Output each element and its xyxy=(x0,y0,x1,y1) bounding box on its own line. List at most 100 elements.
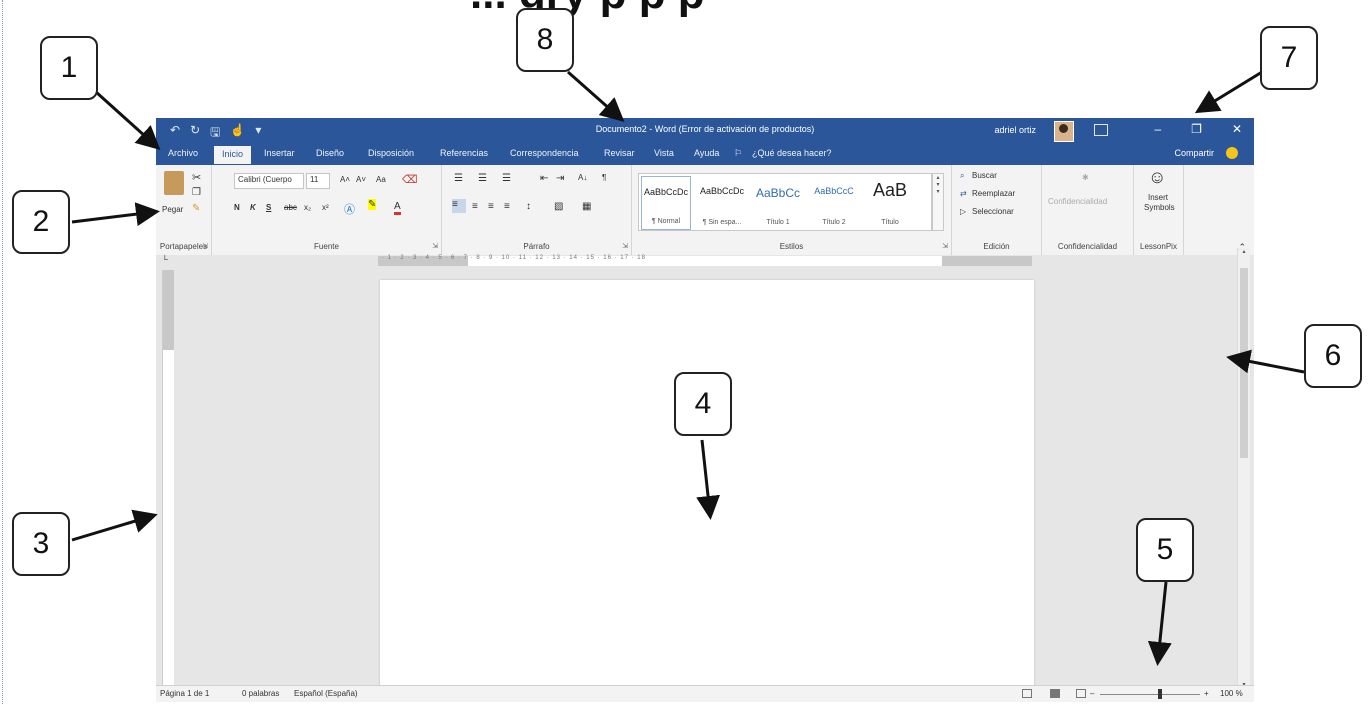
tab-ayuda[interactable]: Ayuda xyxy=(694,148,719,158)
clear-format-icon[interactable]: ⌫ xyxy=(402,173,418,186)
avatar[interactable] xyxy=(1054,121,1074,142)
ribbon: Pegar ✂ ❐ ✎ Portapapeles ⇲ Calibri (Cuer… xyxy=(156,165,1254,256)
numbering-icon[interactable]: ☰ xyxy=(478,173,487,184)
tab-referencias[interactable]: Referencias xyxy=(440,148,488,158)
insert-symbols-icon[interactable]: ☺ xyxy=(1148,167,1166,188)
scroll-up-icon[interactable]: ▴ xyxy=(1238,248,1250,255)
style-no-spacing[interactable]: AaBbCcDc ¶ Sin espa... xyxy=(697,176,747,230)
paragraph-launcher-icon[interactable]: ⇲ xyxy=(622,242,628,250)
italic-button[interactable]: K xyxy=(250,203,256,212)
zoom-level[interactable]: 100 % xyxy=(1220,689,1243,698)
user-name[interactable]: adriel ortiz xyxy=(994,125,1036,135)
tab-correspondencia[interactable]: Correspondencia xyxy=(510,148,579,158)
replace-button[interactable]: Reemplazar xyxy=(972,189,1015,198)
style-title[interactable]: AaB Título xyxy=(865,176,915,230)
align-right-icon[interactable]: ≡ xyxy=(488,201,494,212)
show-marks-button[interactable]: ¶ xyxy=(602,173,606,182)
paragraph-group-label: Párrafo xyxy=(523,242,550,251)
callout-1: 1 xyxy=(40,36,98,100)
styles-launcher-icon[interactable]: ⇲ xyxy=(942,242,948,250)
font-size-select[interactable]: 11 xyxy=(306,173,330,189)
web-layout-icon[interactable] xyxy=(1076,689,1086,698)
change-case-button[interactable]: Aa xyxy=(376,175,386,184)
vertical-scrollbar[interactable]: ▴ ▾ xyxy=(1237,248,1250,688)
read-mode-icon[interactable] xyxy=(1022,689,1032,698)
insert-symbols-line1[interactable]: Insert xyxy=(1148,193,1168,202)
print-layout-icon[interactable] xyxy=(1050,689,1060,698)
format-painter-icon[interactable]: ✎ xyxy=(192,203,200,214)
borders-icon[interactable]: ▦ xyxy=(582,201,591,212)
increase-indent-icon[interactable]: ⇥ xyxy=(556,173,564,184)
tab-inicio[interactable]: Inicio xyxy=(214,146,252,164)
styles-gallery-scroll[interactable]: ▴ ▾ ▾ xyxy=(932,173,944,231)
tab-revisar[interactable]: Revisar xyxy=(604,148,635,158)
highlight-icon[interactable]: ✎ xyxy=(368,199,377,210)
cut-icon[interactable]: ✂ xyxy=(192,171,201,184)
shrink-font-button[interactable]: A˅ xyxy=(356,175,366,184)
document-page[interactable] xyxy=(380,280,1034,692)
restore-button[interactable]: ❐ xyxy=(1191,122,1202,136)
tell-me-box[interactable]: ¿Qué desea hacer? xyxy=(752,148,832,158)
text-effects-icon[interactable]: Ⓐ xyxy=(344,201,355,217)
arrow-3 xyxy=(71,509,158,542)
zoom-out-button[interactable]: – xyxy=(1090,689,1094,698)
style-normal-name: ¶ Normal xyxy=(651,218,681,225)
paste-icon[interactable] xyxy=(164,171,184,195)
bold-button[interactable]: N xyxy=(234,203,240,212)
find-icon: ⌕ xyxy=(960,171,965,180)
share-button[interactable]: Compartir xyxy=(1174,148,1214,158)
underline-button[interactable]: S xyxy=(266,203,271,212)
align-left-icon[interactable]: ≡ xyxy=(452,199,466,213)
tab-diseno[interactable]: Diseño xyxy=(316,148,344,158)
scroll-thumb[interactable] xyxy=(1240,268,1248,458)
zoom-slider-thumb[interactable] xyxy=(1158,689,1162,699)
grow-font-button[interactable]: A˄ xyxy=(340,175,350,184)
paste-button[interactable]: Pegar xyxy=(162,205,183,214)
strikethrough-button[interactable]: abc xyxy=(284,203,297,212)
style-heading-2[interactable]: AaBbCcC Título 2 xyxy=(809,176,859,230)
decrease-indent-icon[interactable]: ⇤ xyxy=(540,173,548,184)
tab-vista[interactable]: Vista xyxy=(654,148,674,158)
font-name-select[interactable]: Calibri (Cuerpo xyxy=(234,173,304,189)
select-button[interactable]: Seleccionar xyxy=(972,207,1014,216)
line-spacing-icon[interactable]: ↕ xyxy=(526,201,531,212)
tab-selector-icon[interactable]: └ xyxy=(162,255,168,264)
zoom-in-button[interactable]: + xyxy=(1204,689,1209,698)
word-count[interactable]: 0 palabras xyxy=(242,689,279,698)
tab-insertar[interactable]: Insertar xyxy=(264,148,295,158)
top-margin-marker[interactable] xyxy=(163,270,174,350)
bullets-icon[interactable]: ☰ xyxy=(454,173,463,184)
sort-button[interactable]: A↓ xyxy=(578,173,587,182)
style-heading-1[interactable]: AaBbCc Título 1 xyxy=(753,176,803,230)
minimize-button[interactable]: – xyxy=(1154,122,1161,136)
align-center-icon[interactable]: ≡ xyxy=(472,201,478,212)
font-launcher-icon[interactable]: ⇲ xyxy=(432,242,438,250)
sensitivity-button[interactable]: Confidencialidad xyxy=(1048,197,1107,206)
tab-archivo[interactable]: Archivo xyxy=(168,148,198,158)
multilevel-list-icon[interactable]: ☰ xyxy=(502,173,511,184)
clipboard-launcher-icon[interactable]: ⇲ xyxy=(202,242,208,250)
vertical-ruler[interactable] xyxy=(162,270,174,690)
callout-8: 8 xyxy=(516,8,574,72)
copy-icon[interactable]: ❐ xyxy=(192,187,201,198)
zoom-slider-track[interactable] xyxy=(1100,694,1200,695)
insert-symbols-line2[interactable]: Symbols xyxy=(1144,203,1175,212)
editing-group-label: Edición xyxy=(983,242,1010,251)
shading-icon[interactable]: ▧ xyxy=(554,201,563,212)
sensitivity-group-label: Confidencialidad xyxy=(1057,242,1118,251)
superscript-button[interactable]: x² xyxy=(322,203,329,212)
font-color-icon[interactable]: A xyxy=(394,201,401,215)
ribbon-display-options-icon[interactable] xyxy=(1094,124,1108,136)
horizontal-ruler[interactable]: └ · 1 · 2 · 3 · 4 · 5 · 6 · 7 · 8 · 9 · … xyxy=(156,255,1254,267)
feedback-smiley-icon[interactable] xyxy=(1226,147,1238,159)
right-margin-marker[interactable] xyxy=(942,256,1032,266)
justify-icon[interactable]: ≡ xyxy=(504,201,510,212)
subscript-button[interactable]: x₂ xyxy=(304,203,311,212)
page-count[interactable]: Página 1 de 1 xyxy=(160,689,209,698)
close-button[interactable]: ✕ xyxy=(1232,122,1242,136)
callout-6: 6 xyxy=(1304,324,1362,388)
style-normal[interactable]: AaBbCcDc ¶ Normal xyxy=(641,176,691,230)
language-indicator[interactable]: Español (España) xyxy=(294,689,358,698)
tab-disposicion[interactable]: Disposición xyxy=(368,148,414,158)
find-button[interactable]: Buscar xyxy=(972,171,997,180)
